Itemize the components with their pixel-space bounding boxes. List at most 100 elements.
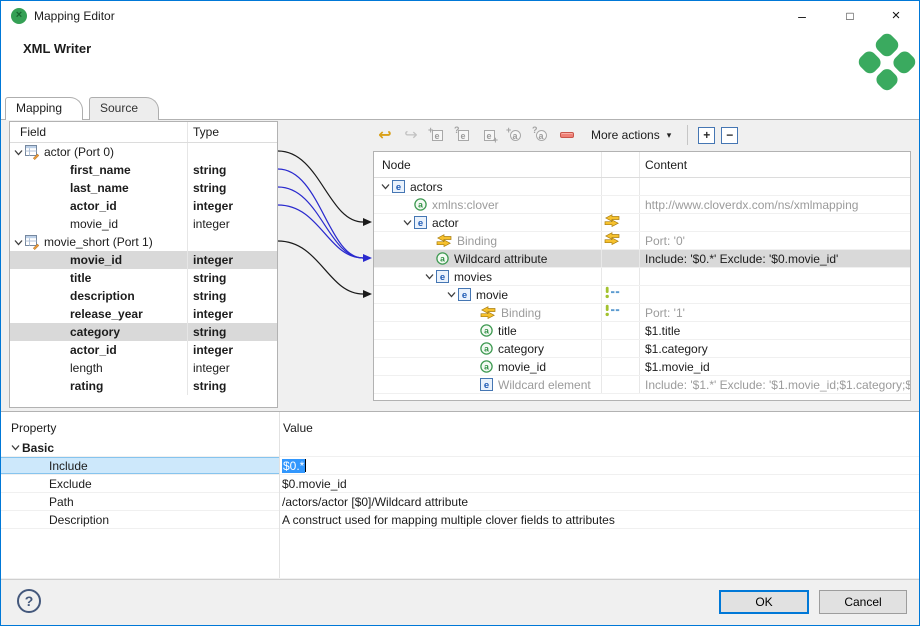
field-row-rating[interactable]: ratingstring: [10, 377, 277, 395]
svg-text:a: a: [484, 344, 489, 354]
collapse-all-button[interactable]: −: [721, 127, 738, 144]
mapping-editor-window: × Mapping Editor – □ × XML Writer Mappin…: [0, 0, 920, 626]
field-label: title: [70, 269, 91, 287]
field-label: rating: [70, 377, 103, 395]
record-port-icon: [25, 234, 40, 250]
element-icon: e: [414, 216, 427, 229]
field-row-movie_short-port-1-[interactable]: movie_short (Port 1): [10, 233, 277, 251]
titlebar: × Mapping Editor – □ ×: [1, 1, 919, 31]
attribute-icon: a: [414, 198, 427, 211]
field-row-movie_id[interactable]: movie_id integer: [10, 251, 277, 269]
chevron-down-icon[interactable]: [445, 289, 458, 300]
node-column-header: Node: [374, 152, 602, 177]
tree-row-title[interactable]: atitle$1.title: [374, 322, 910, 340]
property-panel-header: Property Value: [1, 412, 920, 439]
field-label: first_name: [70, 161, 131, 179]
field-row-release_year[interactable]: release_yearinteger: [10, 305, 277, 323]
more-actions-button[interactable]: More actions▾: [585, 126, 677, 144]
tree-row-wildcard-attribute[interactable]: aWildcard attributeInclude: '$0.*' Exclu…: [374, 250, 910, 268]
property-row-include[interactable]: Include$0.*: [1, 457, 920, 475]
tree-row-actor[interactable]: eactor: [374, 214, 910, 232]
tree-row-wildcard-element[interactable]: eWildcard elementInclude: '$1.*' Exclude…: [374, 376, 910, 394]
field-row-title[interactable]: titlestring: [10, 269, 277, 287]
field-row-first_name[interactable]: first_namestring: [10, 161, 277, 179]
svg-text:a: a: [484, 362, 489, 372]
remove-node-button[interactable]: [557, 125, 577, 145]
type-column-header: Type: [188, 122, 277, 142]
mapping-connector-canvas: [278, 119, 373, 411]
tree-row-category[interactable]: acategory$1.category: [374, 340, 910, 358]
chevron-down-icon[interactable]: [379, 181, 392, 192]
field-row-category[interactable]: categorystring: [10, 323, 277, 341]
field-column-header: Field: [10, 122, 188, 142]
chevron-down-icon[interactable]: [12, 237, 25, 248]
tree-row-binding[interactable]: BindingPort: '1': [374, 304, 910, 322]
node-label: actors: [410, 178, 443, 195]
node-content: Port: '0': [640, 232, 910, 249]
field-row-actor_id[interactable]: actor_idinteger: [10, 197, 277, 215]
field-row-last_name[interactable]: last_namestring: [10, 179, 277, 197]
tree-row-movies[interactable]: emovies: [374, 268, 910, 286]
field-row-description[interactable]: descriptionstring: [10, 287, 277, 305]
node-label: Binding: [501, 304, 541, 321]
window-title: Mapping Editor: [34, 1, 115, 31]
field-row-actor_id[interactable]: actor_idinteger: [10, 341, 277, 359]
node-content: $1.title: [640, 322, 910, 339]
property-value: /actors/actor [$0]/Wildcard attribute: [279, 493, 920, 510]
ok-button[interactable]: OK: [719, 590, 809, 614]
field-row-movie_id[interactable]: movie_id integer: [10, 215, 277, 233]
minimize-button[interactable]: –: [785, 1, 819, 31]
key-indicator-icon: [604, 304, 620, 322]
property-value[interactable]: $0.*: [279, 457, 920, 474]
field-row-length[interactable]: lengthinteger: [10, 359, 277, 377]
cancel-button[interactable]: Cancel: [819, 590, 907, 614]
property-row-description[interactable]: DescriptionA construct used for mapping …: [1, 511, 920, 529]
svg-text:a: a: [418, 200, 423, 210]
svg-text:e: e: [484, 380, 489, 391]
field-label: movie_id: [70, 251, 122, 269]
tab-source[interactable]: Source: [89, 97, 159, 120]
tree-row-actors[interactable]: eactors: [374, 178, 910, 196]
content-column-header: Content: [640, 152, 910, 177]
svg-text:a: a: [440, 254, 445, 264]
field-type: string: [188, 179, 277, 197]
tab-mapping[interactable]: Mapping: [5, 97, 83, 120]
property-row-exclude[interactable]: Exclude$0.movie_id: [1, 475, 920, 493]
map-field-button[interactable]: ↩: [375, 125, 395, 145]
svg-text:e: e: [418, 218, 423, 229]
maximize-button[interactable]: □: [833, 1, 867, 31]
attribute-wizard-button: ?a: [531, 125, 551, 145]
value-column-header: Value: [283, 413, 313, 443]
mapping-toolbar: ↩↪+e?ee++a?aMore actions▾+−: [375, 122, 738, 148]
field-type: string: [188, 323, 277, 341]
property-row-path[interactable]: Path/actors/actor [$0]/Wildcard attribut…: [1, 493, 920, 511]
field-row-actor-port-0-[interactable]: actor (Port 0): [10, 143, 277, 161]
binding-indicator-icon: [604, 214, 620, 232]
tree-row-xmlns-clover[interactable]: axmlns:cloverhttp://www.cloverdx.com/ns/…: [374, 196, 910, 214]
field-label: movie_id: [70, 215, 118, 233]
chevron-down-icon[interactable]: [423, 271, 436, 282]
element-icon: e: [436, 270, 449, 283]
help-button[interactable]: ?: [17, 589, 41, 613]
field-label: actor (Port 0): [44, 143, 114, 161]
property-value: [279, 439, 920, 456]
field-type: integer: [188, 251, 277, 269]
add-child-element-button: +e: [427, 125, 447, 145]
tree-row-binding[interactable]: BindingPort: '0': [374, 232, 910, 250]
field-type: integer: [188, 359, 277, 377]
tree-row-movie[interactable]: emovie: [374, 286, 910, 304]
field-type: [188, 143, 277, 161]
close-button[interactable]: ×: [879, 1, 913, 31]
property-row-basic[interactable]: Basic: [1, 439, 920, 457]
cloverdx-logo-icon: [856, 31, 918, 93]
dropdown-arrow-icon: ▾: [667, 130, 672, 141]
chevron-down-icon[interactable]: [401, 217, 414, 228]
svg-text:e: e: [440, 272, 445, 283]
expand-all-button[interactable]: +: [698, 127, 715, 144]
node-content: [640, 178, 910, 195]
chevron-down-icon[interactable]: [9, 442, 22, 453]
field-label: movie_short (Port 1): [44, 233, 153, 251]
tree-row-movie_id[interactable]: amovie_id$1.movie_id: [374, 358, 910, 376]
field-type: integer: [188, 215, 277, 233]
chevron-down-icon[interactable]: [12, 147, 25, 158]
